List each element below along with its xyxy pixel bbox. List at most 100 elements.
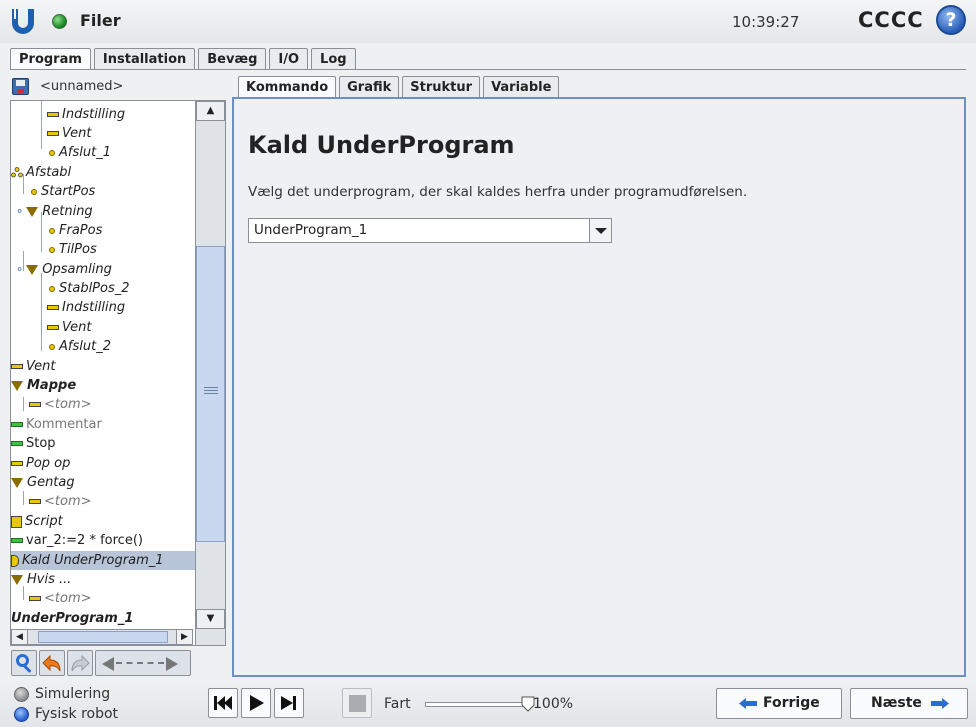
page-title: Kald UnderProgram [248, 131, 515, 159]
tree-item-label: Opsamling [42, 262, 112, 277]
tree-item[interactable]: Gentag [11, 473, 75, 492]
top-bar: Filer 10:39:27 CCCC ? [0, 0, 976, 43]
if-icon [11, 574, 23, 585]
tree-item-label: StartPos [41, 184, 96, 199]
tree-item[interactable]: Mappe [11, 376, 76, 395]
next-label: Næste [871, 695, 922, 711]
search-button[interactable] [11, 650, 37, 676]
tree-item[interactable]: ⚬ Retning [15, 202, 93, 221]
program-file-name: <unnamed> [40, 79, 124, 94]
mode-real-robot[interactable]: Fysisk robot [14, 706, 118, 722]
comment-icon [11, 422, 23, 427]
tree-item[interactable]: StablPos_2 [47, 279, 130, 298]
tree-item-label: var_2:=2 * force() [26, 533, 143, 548]
tree-item[interactable]: Afslut_1 [47, 143, 111, 162]
mode-simulation[interactable]: Simulering [14, 686, 110, 702]
tree-item[interactable]: <tom> [29, 492, 92, 511]
tree-item[interactable]: TilPos [47, 240, 97, 259]
tree-item-label: <tom> [44, 397, 92, 412]
tree-item[interactable]: Vent [11, 357, 55, 376]
tab-command[interactable]: Kommando [238, 76, 337, 98]
rewind-button[interactable] [208, 688, 238, 718]
undo-icon [42, 654, 61, 672]
tree-item[interactable]: Script [11, 512, 63, 531]
tree-item[interactable]: Afslut_2 [47, 337, 111, 356]
tab-io[interactable]: I/O [269, 48, 309, 70]
scroll-down-icon[interactable]: ▼ [196, 609, 225, 629]
tab-graphics[interactable]: Grafik [339, 76, 400, 98]
stack-icon [11, 167, 23, 178]
script-icon [11, 515, 22, 528]
arrow-right-icon [931, 698, 949, 709]
scroll-left-icon[interactable]: ◀ [12, 630, 28, 644]
redo-button[interactable] [67, 650, 93, 676]
tree-item[interactable]: Kommentar [11, 415, 102, 434]
h-scroll-thumb[interactable] [38, 631, 168, 643]
tree-item-label: Kald UnderProgram_1 [22, 553, 164, 568]
tree-item[interactable]: var_2:=2 * force() [11, 531, 143, 550]
tree-item[interactable]: Hvis ... [11, 570, 71, 589]
tree-item[interactable]: FraPos [47, 221, 102, 240]
tree-item-selected[interactable]: Kald UnderProgram_1 [11, 551, 195, 570]
tree-item-label: FraPos [59, 223, 103, 238]
expand-icon[interactable]: ⚬ [15, 263, 24, 276]
tree-item[interactable]: Vent [47, 318, 91, 337]
radio-off-icon[interactable] [14, 686, 29, 702]
chevron-down-icon[interactable] [589, 219, 611, 242]
wait-icon [47, 325, 59, 330]
tree-item[interactable]: StartPos [29, 182, 95, 201]
tree-item-label: Vent [26, 359, 56, 374]
tab-installation[interactable]: Installation [93, 48, 196, 70]
waypoint-icon [49, 285, 55, 292]
tree-horizontal-scrollbar[interactable]: ◀ ▶ [11, 629, 193, 645]
tab-structure[interactable]: Struktur [402, 76, 481, 98]
speed-slider[interactable] [425, 702, 525, 707]
undo-button[interactable] [39, 650, 65, 676]
radio-on-icon[interactable] [14, 706, 29, 722]
tree-item[interactable]: Vent [47, 124, 91, 143]
previous-label: Forrige [763, 695, 820, 711]
tree-vertical-scrollbar[interactable]: ▲ ▼ [195, 101, 225, 645]
popup-icon [11, 461, 23, 466]
tab-log[interactable]: Log [311, 48, 356, 70]
tree-item[interactable]: Indstilling [47, 105, 125, 124]
help-icon[interactable]: ? [936, 5, 966, 35]
previous-button[interactable]: Forrige [716, 688, 842, 719]
move-node-button[interactable] [95, 650, 191, 676]
tree-item-label: UnderProgram_1 [11, 611, 134, 626]
tree-item[interactable]: Stop [11, 434, 56, 453]
save-icon[interactable] [12, 78, 29, 95]
tree-item[interactable]: UnderProgram_1 [11, 609, 133, 628]
tree-item[interactable]: ⚬ Opsamling [15, 260, 112, 279]
command-panel: Kald UnderProgram Vælg det underprogram,… [232, 97, 966, 677]
tree-item[interactable]: <tom> [29, 589, 92, 608]
app-title: Filer [80, 11, 121, 30]
expand-icon[interactable]: ⚬ [15, 205, 24, 218]
play-button[interactable] [241, 688, 271, 718]
scroll-up-icon[interactable]: ▲ [196, 101, 225, 121]
subprogram-select-value: UnderProgram_1 [254, 222, 368, 238]
tree-item[interactable]: Pop op [11, 454, 70, 473]
tree-item-label: Vent [62, 320, 92, 335]
stop-icon [349, 695, 366, 712]
subprogram-select[interactable]: UnderProgram_1 [248, 218, 612, 243]
stop-icon [11, 441, 23, 446]
tree-item-label: Kommentar [26, 417, 102, 432]
tab-variables[interactable]: Variable [483, 76, 560, 98]
step-button[interactable] [274, 688, 304, 718]
tree-item-label: <tom> [44, 494, 92, 509]
tree-item[interactable]: <tom> [29, 395, 92, 414]
scroll-thumb[interactable] [196, 246, 225, 542]
tree-item[interactable]: Afstabl [11, 163, 71, 182]
scroll-right-icon[interactable]: ▶ [176, 630, 192, 644]
tree-connector [23, 491, 24, 505]
tab-move[interactable]: Bevæg [198, 48, 267, 70]
bottom-bar: Simulering Fysisk robot Fart 100% Forrig… [0, 680, 976, 727]
set-icon [47, 305, 59, 310]
tab-program[interactable]: Program [10, 48, 91, 70]
next-button[interactable]: Næste [850, 688, 968, 719]
stop-button[interactable] [342, 688, 372, 718]
empty-icon [29, 596, 41, 601]
tab-divider [10, 69, 966, 70]
tree-item[interactable]: Indstilling [47, 298, 125, 317]
